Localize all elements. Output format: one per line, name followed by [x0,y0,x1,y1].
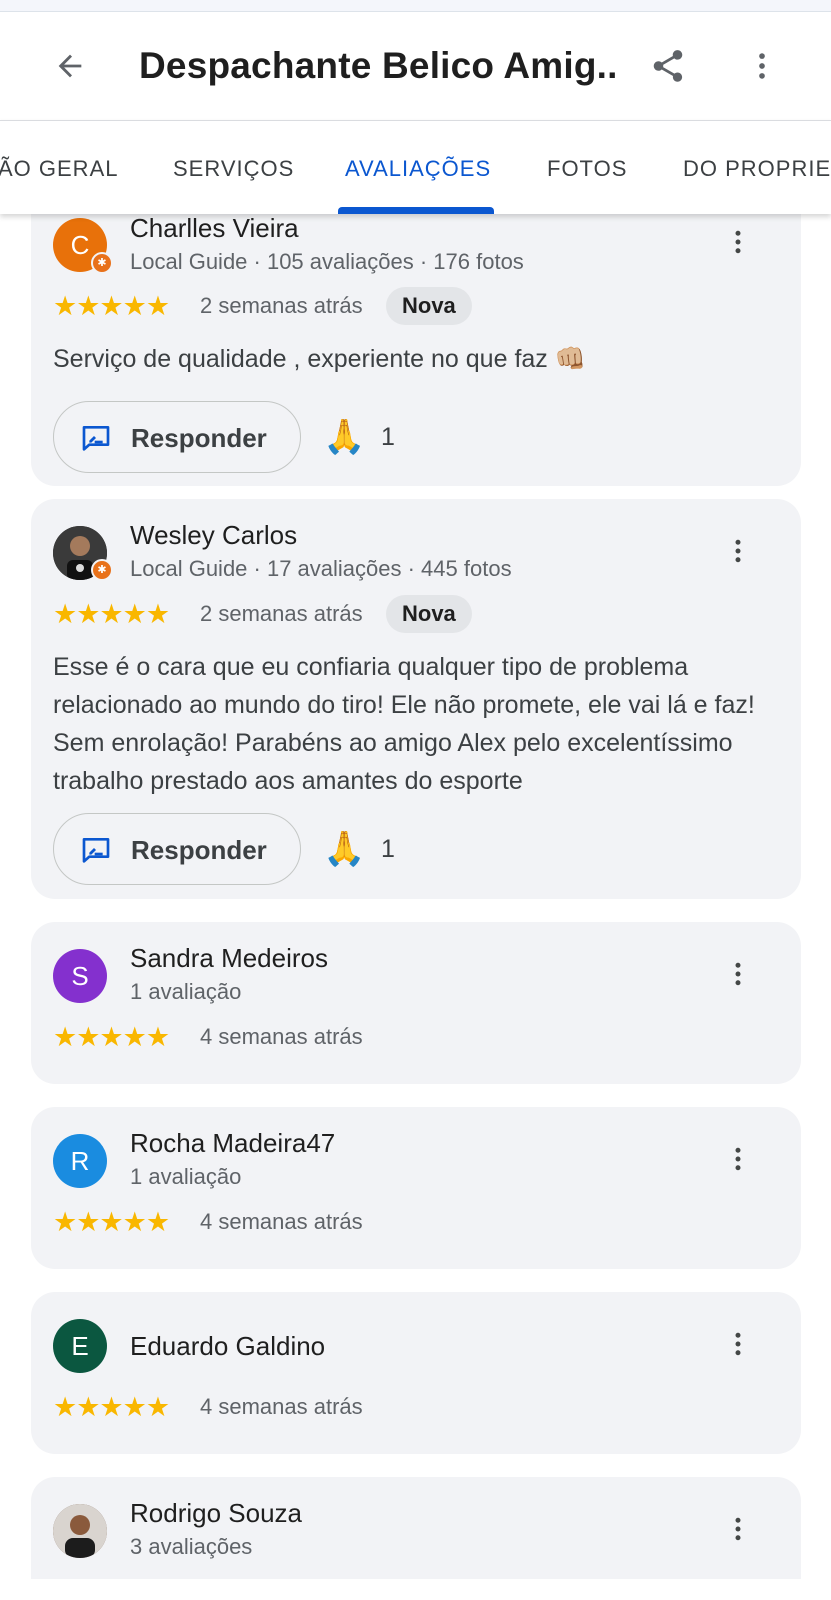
more-vert-icon [735,1517,741,1541]
star-rating: ★★★★★ [53,1207,170,1237]
star-rating: ★★★★★ [53,1022,170,1052]
status-strip [0,0,831,12]
reply-label: Responder [131,423,267,453]
star-rating: ★★★★★ [53,291,170,321]
reviewer-meta: Local Guide · 17 avaliações · 445 fotos [130,556,512,581]
reaction-count: 1 [381,423,395,451]
reply-label: Responder [131,835,267,865]
review-more-button[interactable] [716,1322,760,1366]
reviewer-meta: 1 avaliação [130,979,242,1004]
review-more-button[interactable] [716,1507,760,1551]
reviewer-meta: 3 avaliações [130,1534,253,1559]
review-date: 2 semanas atrás [200,293,363,318]
reviewer-meta: 1 avaliação [130,1164,242,1189]
tab-reviews[interactable]: AVALIAÇÕES [345,151,491,187]
reviewer-meta: Local Guide · 105 avaliações · 176 fotos [130,249,524,274]
more-options-button[interactable] [738,42,786,90]
reply-button[interactable]: Responder [53,813,301,885]
star-rating: ★★★★★ [53,1392,170,1422]
local-guide-badge-icon: ✱ [91,252,113,274]
share-icon [653,50,683,82]
review-more-button[interactable] [716,529,760,573]
reply-button[interactable]: Responder [53,401,301,473]
review-card: R Rocha Madeira47 1 avaliação ★★★★★ 4 se… [31,1107,801,1269]
tab-from-owner[interactable]: DO PROPRIET [683,151,831,187]
tab-services[interactable]: SERVIÇOS [173,151,294,187]
more-vert-icon [735,1332,741,1356]
new-badge: Nova [386,595,472,633]
active-tab-indicator [338,207,494,214]
avatar[interactable] [53,1504,107,1558]
review-text: Esse é o cara que eu confiaria qualquer … [53,653,755,795]
local-guide-badge-icon: ✱ [91,559,113,581]
review-card: E Eduardo Galdino ★★★★★ 4 semanas atrás [31,1292,801,1454]
review-text: Serviço de qualidade , experiente no que… [53,345,586,373]
review-date: 2 semanas atrás [200,601,363,626]
tab-photos[interactable]: FOTOS [547,151,627,187]
review-date: 4 semanas atrás [200,1394,363,1419]
new-badge: Nova [386,287,472,325]
reviews-list: C ✱ Charlles Vieira Local Guide · 105 av… [0,214,831,1579]
review-more-button[interactable] [716,952,760,996]
thanks-reaction-icon[interactable]: 🙏 [323,417,365,457]
thanks-reaction-icon[interactable]: 🙏 [323,829,365,869]
reviewer-name[interactable]: Charlles Vieira [130,214,299,244]
more-vert-icon [735,1147,741,1171]
more-vert-icon [759,53,765,79]
review-date: 4 semanas atrás [200,1024,363,1049]
arrow-back-icon [58,54,82,78]
page-title: Despachante Belico Amig... [139,45,619,86]
review-date: 4 semanas atrás [200,1209,363,1234]
review-card: ✱ Wesley Carlos Local Guide · 17 avaliaç… [31,499,801,899]
app-bar: Despachante Belico Amig... [0,12,831,120]
reply-icon [82,838,110,863]
tab-bar: ÃO GERAL SERVIÇOS AVALIAÇÕES FOTOS DO PR… [0,120,831,214]
more-vert-icon [735,230,741,254]
avatar[interactable]: S [53,949,107,1003]
review-card: C ✱ Charlles Vieira Local Guide · 105 av… [31,214,801,486]
avatar[interactable]: E [53,1319,107,1373]
reply-icon [82,426,110,451]
review-card: Rodrigo Souza 3 avaliações [31,1477,801,1579]
review-more-button[interactable] [716,1137,760,1181]
tab-overview[interactable]: ÃO GERAL [0,151,118,187]
reviewer-name[interactable]: Wesley Carlos [130,519,297,551]
reaction-count: 1 [381,835,395,863]
reviewer-name[interactable]: Eduardo Galdino [130,1330,325,1362]
reviewer-name[interactable]: Rodrigo Souza [130,1497,302,1529]
star-rating: ★★★★★ [53,599,170,629]
review-more-button[interactable] [716,220,760,264]
share-button[interactable] [644,42,692,90]
review-card: S Sandra Medeiros 1 avaliação ★★★★★ 4 se… [31,922,801,1084]
profile-photo [53,1504,107,1558]
avatar[interactable]: R [53,1134,107,1188]
reviewer-name[interactable]: Rocha Madeira47 [130,1127,335,1159]
reviewer-name[interactable]: Sandra Medeiros [130,942,328,974]
back-button[interactable] [46,42,94,90]
more-vert-icon [735,962,741,986]
more-vert-icon [735,539,741,563]
